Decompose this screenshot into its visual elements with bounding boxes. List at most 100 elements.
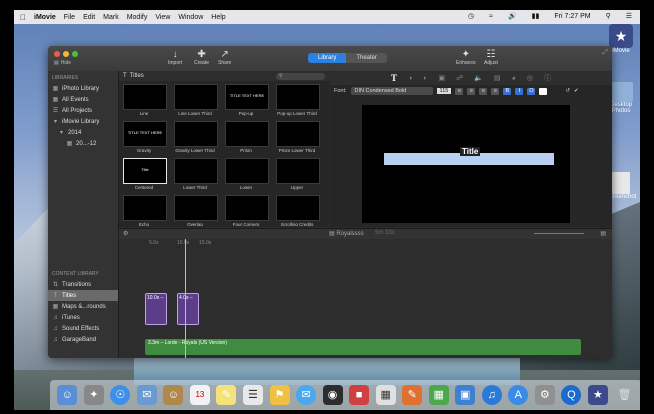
sidebar-item-maps-backgrounds[interactable]: ▦ Maps &...rounds [48, 301, 118, 312]
color-balance-icon[interactable]: ◑ [408, 75, 412, 82]
notes-icon[interactable]: ✎ [216, 385, 237, 405]
filter-icon[interactable]: ◎ [527, 74, 533, 82]
share-button[interactable]: ↗ Share [218, 49, 231, 66]
volume-adjust-icon[interactable]: 🔈 [474, 74, 483, 82]
battery-icon[interactable]: ▮▮ [532, 12, 540, 20]
menubar-clock[interactable]: Fri 7:27 PM [554, 13, 590, 20]
audio-track[interactable]: 3.3m – Lorde - Royals (US Version) [145, 339, 581, 355]
playhead[interactable] [185, 239, 186, 358]
keynote-icon[interactable]: ▣ [455, 385, 476, 405]
title-tile[interactable]: Pop-up Lower Third [276, 84, 320, 116]
spotlight-icon[interactable]: ⚲ [606, 12, 611, 20]
menu-app-name[interactable]: iMovie [34, 14, 56, 21]
sidebar-item-itunes[interactable]: ♫ iTunes [48, 312, 118, 323]
title-tile[interactable]: Line Lower Third [174, 84, 218, 116]
sidebar-item-iphoto-library[interactable]: ▦ iPhoto Library [48, 83, 118, 94]
launchpad-icon[interactable]: ✦ [83, 385, 104, 405]
trash-icon[interactable]: 🗑 [614, 385, 634, 405]
title-tile[interactable]: Lower Third [174, 158, 218, 190]
timeline-options-icon[interactable]: ▤ [600, 230, 606, 237]
tab-library[interactable]: Library [308, 53, 347, 63]
zoom-slider[interactable] [534, 233, 584, 234]
text-tool-icon[interactable]: T [391, 73, 397, 83]
notification-center-icon[interactable]: ☰ [626, 12, 632, 20]
apple-menu-icon[interactable]:  [20, 13, 26, 22]
volume-icon[interactable]: 🔊 [508, 12, 517, 20]
title-tile[interactable]: Upper [276, 158, 320, 190]
info-icon[interactable]: ⓘ [544, 73, 551, 83]
time-machine-icon[interactable]: ◷ [468, 12, 474, 20]
title-tile[interactable]: Line [123, 84, 167, 116]
search-field[interactable]: ⚲ [276, 73, 325, 80]
enhance-button[interactable]: ✦ Enhance [456, 49, 476, 66]
bold-icon[interactable]: B [503, 87, 512, 95]
preview-title-text[interactable]: Title [460, 147, 481, 156]
title-tile[interactable]: Overlap [174, 195, 218, 226]
sidebar-item-2014[interactable]: ▾ 2014 [48, 127, 118, 138]
menu-modify[interactable]: Modify [127, 14, 148, 21]
reset-icon[interactable]: ↺ [565, 88, 570, 94]
align-right-icon[interactable]: ≡ [479, 87, 488, 95]
contacts-icon[interactable]: ☺ [163, 385, 184, 405]
maps-icon[interactable]: ⚑ [269, 385, 290, 405]
mail-icon[interactable]: ✉ [136, 385, 157, 405]
app-store-icon[interactable]: A [508, 385, 529, 405]
align-center-icon[interactable]: ≡ [467, 87, 476, 95]
title-tile[interactable]: TITLE TEXT HERE Pop-up [225, 84, 269, 116]
itunes-icon[interactable]: ♫ [481, 385, 502, 405]
sidebar-item-garageband[interactable]: ♫ GarageBand [48, 334, 118, 345]
menu-edit[interactable]: Edit [83, 14, 95, 21]
fullscreen-icon[interactable]: ⤢ [602, 49, 608, 57]
adjust-button[interactable]: ☷ Adjust [484, 49, 498, 66]
finder-icon[interactable]: ☺ [57, 385, 78, 405]
wifi-icon[interactable]: ≈ [489, 13, 493, 20]
import-button[interactable]: ↓ Import [168, 49, 182, 66]
sidebar-item-all-events[interactable]: ▦ All Events [48, 94, 118, 105]
hide-button[interactable]: ▤ Hide [54, 60, 71, 66]
zoom-window-icon[interactable] [72, 51, 78, 57]
sidebar-item-transitions[interactable]: ⇅ Transitions [48, 279, 118, 290]
justify-icon[interactable]: ≡ [491, 87, 500, 95]
imovie-dock-icon[interactable]: ★ [587, 385, 608, 405]
create-button[interactable]: ✚ Create [194, 49, 209, 66]
title-tile[interactable]: TITLE TEXT HERE Gravity [123, 121, 167, 153]
align-left-icon[interactable]: ≡ [455, 87, 464, 95]
timeline-settings-icon[interactable]: ⚙ [123, 230, 128, 237]
menu-file[interactable]: File [64, 14, 75, 21]
quicktime-icon[interactable]: Q [561, 385, 582, 405]
iphoto-icon[interactable]: ▦ [375, 385, 396, 405]
noise-reduction-icon[interactable]: ▤ [494, 74, 501, 82]
pages-icon[interactable]: ✎ [402, 385, 423, 405]
minimize-window-icon[interactable] [63, 51, 69, 57]
font-size-field[interactable]: 115 [436, 88, 452, 94]
title-tile[interactable]: Gravity Lower Third [174, 121, 218, 153]
system-preferences-icon[interactable]: ⚙ [534, 385, 555, 405]
calendar-icon[interactable]: 13 [189, 385, 210, 405]
title-tile[interactable]: Prism [225, 121, 269, 153]
sidebar-item-all-projects[interactable]: ☰ All Projects [48, 105, 118, 116]
title-tile[interactable]: Title Centered [123, 158, 167, 190]
menu-help[interactable]: Help [211, 14, 225, 21]
menu-view[interactable]: View [155, 14, 170, 21]
speed-icon[interactable]: ◕ [512, 75, 516, 82]
title-tile[interactable]: Scrolling Credits [276, 195, 320, 226]
menu-mark[interactable]: Mark [103, 14, 119, 21]
title-tile[interactable]: Prism Lower Third [276, 121, 320, 153]
close-window-icon[interactable] [54, 51, 60, 57]
reminders-icon[interactable]: ☰ [242, 385, 263, 405]
title-clip[interactable]: 4.0s – [177, 293, 199, 325]
title-tile[interactable]: Four Corners [225, 195, 269, 226]
messages-icon[interactable]: ✉ [296, 385, 317, 405]
numbers-icon[interactable]: ▦ [428, 385, 449, 405]
apply-checkmark-icon[interactable]: ✔ [574, 88, 579, 94]
italic-icon[interactable]: I [515, 87, 524, 95]
facetime-icon[interactable]: ◉ [322, 385, 343, 405]
font-dropdown[interactable]: DIN Condensed Bold [350, 87, 433, 95]
menu-window[interactable]: Window [178, 14, 203, 21]
crop-icon[interactable]: ▣ [439, 74, 446, 82]
sidebar-item-event[interactable]: ▦ 20...-12 [48, 138, 118, 149]
title-clip[interactable]: 10.0s – [145, 293, 167, 325]
color-correction-icon[interactable]: ◐ [423, 75, 427, 82]
photo-booth-icon[interactable]: ■ [349, 385, 370, 405]
outline-icon[interactable]: O [527, 87, 536, 95]
